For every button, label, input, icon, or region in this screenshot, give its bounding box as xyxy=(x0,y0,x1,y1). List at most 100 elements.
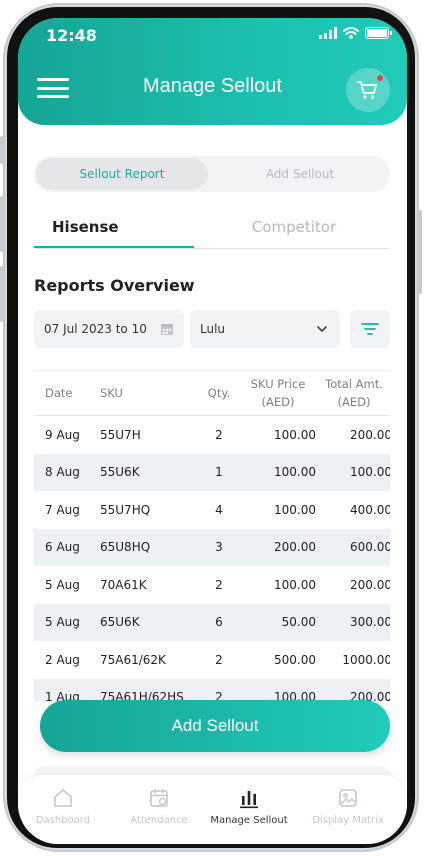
col-sku: SKU xyxy=(100,386,123,400)
status-icons xyxy=(319,27,392,39)
volume-up-button xyxy=(0,196,4,252)
volume-down-button xyxy=(0,266,4,322)
power-button xyxy=(418,210,422,294)
cell-qty: 2 xyxy=(215,427,223,442)
chevron-down-icon xyxy=(317,326,327,332)
segment-add-sellout[interactable]: Add Sellout xyxy=(214,158,386,190)
cell-price: 100.00 xyxy=(274,577,316,592)
date-range-picker[interactable]: 07 Jul 2023 to 10 xyxy=(34,310,184,348)
segment-sellout-report[interactable]: Sellout Report xyxy=(36,158,208,190)
nav-item-dashboard[interactable]: Dashboard xyxy=(18,787,108,826)
cell-total: 1000.00 xyxy=(342,652,390,667)
cell-sku: 75A61/62K xyxy=(100,652,166,667)
cell-sku: 75A61H/62HS xyxy=(100,690,184,702)
table-row[interactable]: 5 Aug 65U6K 6 50.00 300.00 xyxy=(34,603,390,641)
nav-item-manage-sellout[interactable]: Manage Sellout xyxy=(204,787,294,826)
date-range-value: 07 Jul 2023 to 10 xyxy=(44,322,147,336)
table-row[interactable]: 5 Aug 70A61K 2 100.00 200.00 xyxy=(34,566,390,604)
calendar-icon xyxy=(161,324,173,335)
cell-total: 200.00 xyxy=(350,690,390,702)
filter-button[interactable] xyxy=(350,310,390,348)
col-date: Date xyxy=(45,386,73,400)
cell-qty: 2 xyxy=(215,690,223,702)
store-select-value: Lulu xyxy=(200,322,226,336)
cell-sku: 55U7HQ xyxy=(100,502,151,517)
cell-price: 100.00 xyxy=(274,690,316,702)
mute-switch xyxy=(0,136,4,164)
table-row[interactable]: 1 Aug 75A61H/62HS 2 100.00 200.00 xyxy=(34,678,390,702)
cell-sku: 65U8HQ xyxy=(100,540,151,555)
col-sku-price-unit: (AED) xyxy=(261,395,295,409)
table-row[interactable]: 9 Aug 55U7H 2 100.00 200.00 xyxy=(34,416,390,454)
cell-price: 100.00 xyxy=(274,465,316,480)
cell-qty: 2 xyxy=(215,577,223,592)
nav-label-display-matrix: Display Matrix xyxy=(312,815,384,826)
nav-label-manage-sellout: Manage Sellout xyxy=(210,815,288,826)
table-row[interactable]: 8 Aug 55U6K 1 100.00 100.00 xyxy=(34,453,390,491)
image-icon xyxy=(339,789,357,807)
notification-dot xyxy=(377,75,383,81)
table-row[interactable]: 6 Aug 65U8HQ 3 200.00 600.00 xyxy=(34,528,390,566)
battery-icon xyxy=(365,27,392,39)
col-total-amount: Total Amt. (AED) xyxy=(318,371,390,415)
cell-total: 200.00 xyxy=(350,427,390,442)
cell-qty: 3 xyxy=(215,540,223,555)
bottom-nav: Dashboard Attendance Manage Sellout Disp… xyxy=(18,774,407,844)
cell-price: 500.00 xyxy=(274,652,316,667)
table-row[interactable]: 7 Aug 55U7HQ 4 100.00 400.00 xyxy=(34,491,390,529)
cell-price: 100.00 xyxy=(274,427,316,442)
app-header: 12:48 Manage Sellout xyxy=(18,18,407,125)
cell-qty: 2 xyxy=(215,652,223,667)
cell-price: 100.00 xyxy=(274,502,316,517)
cell-price: 50.00 xyxy=(281,615,316,630)
signal-icon xyxy=(319,27,337,39)
nav-label-dashboard: Dashboard xyxy=(35,815,91,826)
table-header: Date SKU Qty. SKU Price (AED) Total Amt. (… xyxy=(34,370,390,416)
cell-qty: 1 xyxy=(215,465,223,480)
tab-competitor[interactable]: Competitor xyxy=(214,216,374,246)
cell-total: 300.00 xyxy=(350,615,390,630)
cell-qty: 6 xyxy=(215,615,223,630)
section-title: Reports Overview xyxy=(34,276,195,295)
calendar-icon xyxy=(150,788,168,807)
nav-item-attendance[interactable]: Attendance xyxy=(114,787,204,826)
cart-button[interactable] xyxy=(346,68,390,112)
home-icon xyxy=(54,789,72,807)
cell-date: 5 Aug xyxy=(45,577,80,592)
wifi-icon xyxy=(343,27,359,39)
cell-sku: 70A61K xyxy=(100,577,147,592)
tab-hisense[interactable]: Hisense xyxy=(34,216,194,248)
col-total-label: Total Amt. xyxy=(325,377,383,391)
cell-price: 200.00 xyxy=(274,540,316,555)
store-select[interactable]: Lulu xyxy=(190,310,340,348)
add-sellout-button[interactable]: Add Sellout xyxy=(40,700,390,752)
status-time: 12:48 xyxy=(46,26,97,45)
segment-control: Sellout Report Add Sellout xyxy=(34,156,390,192)
col-total-unit: (AED) xyxy=(337,395,371,409)
bar-chart-icon xyxy=(240,791,258,809)
nav-item-display-matrix[interactable]: Display Matrix xyxy=(303,787,393,826)
cell-date: 7 Aug xyxy=(45,502,80,517)
cell-date: 1 Aug xyxy=(45,690,80,702)
cell-sku: 55U6K xyxy=(100,465,140,480)
col-sku-price: SKU Price (AED) xyxy=(246,371,310,415)
cell-date: 9 Aug xyxy=(45,427,80,442)
sellout-table: Date SKU Qty. SKU Price (AED) Total Amt. (… xyxy=(34,370,390,702)
filter-icon xyxy=(361,323,379,335)
cell-total: 600.00 xyxy=(350,540,390,555)
cell-date: 6 Aug xyxy=(45,540,80,555)
cell-sku: 55U7H xyxy=(100,427,141,442)
cell-date: 8 Aug xyxy=(45,465,80,480)
app-screen: 12:48 Manage Sellout Sellout Report Add … xyxy=(18,18,407,844)
table-row[interactable]: 2 Aug 75A61/62K 2 500.00 1000.00 xyxy=(34,641,390,679)
col-qty: Qty. xyxy=(207,386,231,400)
cell-date: 2 Aug xyxy=(45,652,80,667)
cell-qty: 4 xyxy=(215,502,223,517)
cell-total: 100.00 xyxy=(350,465,390,480)
cart-icon xyxy=(357,81,377,99)
cell-date: 5 Aug xyxy=(45,615,80,630)
col-sku-price-label: SKU Price xyxy=(250,377,306,391)
cell-total: 400.00 xyxy=(350,502,390,517)
cell-total: 200.00 xyxy=(350,577,390,592)
nav-label-attendance: Attendance xyxy=(130,815,188,826)
